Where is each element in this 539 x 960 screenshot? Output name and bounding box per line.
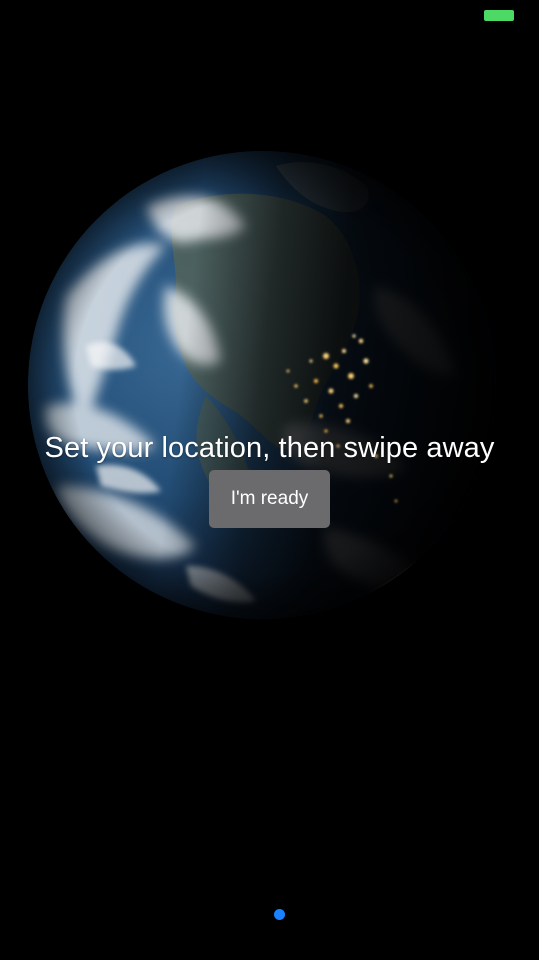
onboarding-screen: Set your location, then swipe away I'm r… (0, 0, 539, 960)
earth-globe-image (26, 146, 498, 624)
onboarding-headline: Set your location, then swipe away (44, 432, 495, 464)
page-indicator (0, 908, 539, 920)
battery-icon (484, 10, 514, 21)
earth-globe-icon (28, 151, 496, 619)
page-indicator-dot-active (273, 908, 285, 920)
im-ready-button[interactable]: I'm ready (209, 470, 330, 528)
